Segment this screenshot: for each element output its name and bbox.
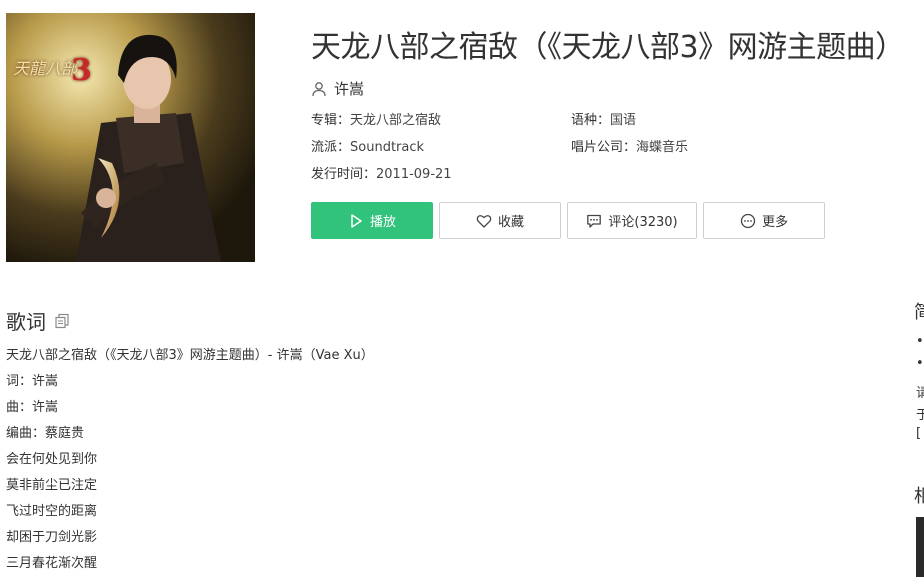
- play-button-label: 播放: [369, 215, 396, 230]
- company-info: 唱片公司：海蝶音乐: [571, 139, 688, 157]
- sidebar-line: 于: [916, 408, 924, 423]
- more-icon: [740, 213, 756, 228]
- lyrics-line: 编曲：蔡庭贵: [6, 426, 85, 441]
- album-link[interactable]: 天龙八部之宿敌: [350, 113, 441, 128]
- comment-button[interactable]: 评论(3230): [567, 202, 697, 239]
- album-cover[interactable]: 天龍八部3: [6, 13, 255, 262]
- comment-icon: [587, 214, 602, 228]
- sidebar-line: 请: [916, 386, 924, 401]
- play-button[interactable]: 播放: [311, 202, 433, 239]
- sidebar-line: •: [916, 356, 924, 371]
- language-label: 语种：: [571, 113, 611, 128]
- company-value: 海蝶音乐: [636, 140, 689, 155]
- play-icon: [351, 213, 362, 228]
- game-logo-text: 天龍八部: [13, 59, 78, 78]
- sidebar-heading-related: 相: [914, 486, 924, 507]
- favorite-button-label: 收藏: [497, 215, 524, 230]
- more-button-label: 更多: [761, 215, 788, 230]
- language-value: 国语: [610, 113, 637, 128]
- company-label: 唱片公司：: [571, 140, 637, 155]
- artist-row[interactable]: 许嵩: [311, 78, 364, 99]
- comment-button-label: 评论(3230): [608, 215, 678, 230]
- song-title: 天龙八部之宿敌（《天龙八部3》网游主题曲）: [311, 30, 905, 65]
- genre-info: 流派：Soundtrack: [311, 139, 424, 157]
- lyrics-line: 三月春花渐次醒: [6, 556, 98, 571]
- more-button[interactable]: 更多: [703, 202, 825, 239]
- lyrics-line: 曲：许嵩: [6, 400, 59, 415]
- sidebar-line: •: [916, 334, 924, 349]
- lyrics-title: 歌词: [6, 310, 46, 334]
- lyrics-line: 飞过时空的距离: [6, 504, 98, 519]
- release-value: 2011-09-21: [376, 167, 452, 182]
- artist-name[interactable]: 许嵩: [334, 78, 364, 99]
- game-logo: 天龍八部3: [13, 53, 92, 88]
- sidebar-line: [: [916, 426, 922, 441]
- release-info: 发行时间：2011-09-21: [311, 166, 452, 184]
- song-detail-page: 天龍八部3 天龙八部之宿敌（《天龙八部3》网游主题曲） 许嵩 专辑：天龙八部之宿…: [0, 0, 924, 577]
- album-label: 专辑：: [311, 113, 351, 128]
- album-info: 专辑：天龙八部之宿敌: [311, 112, 441, 130]
- copy-icon[interactable]: [54, 313, 70, 329]
- lyrics-line: 会在何处见到你: [6, 452, 98, 467]
- release-label: 发行时间：: [311, 167, 377, 182]
- related-thumbnail[interactable]: [916, 517, 924, 577]
- heart-icon: [476, 214, 492, 228]
- lyrics-line: 莫非前尘已注定: [6, 478, 98, 493]
- genre-value: Soundtrack: [350, 140, 425, 155]
- lyrics-list: 天龙八部之宿敌（《天龙八部3》网游主题曲）- 许嵩（Vae Xu） 词：许嵩 曲…: [6, 346, 374, 577]
- lyrics-line: 却困于刀剑光影: [6, 530, 98, 545]
- genre-label: 流派：: [311, 140, 351, 155]
- lyrics-line: 天龙八部之宿敌（《天龙八部3》网游主题曲）- 许嵩（Vae Xu）: [6, 348, 374, 363]
- game-logo-number: 3: [71, 53, 92, 88]
- language-info: 语种：国语: [571, 112, 636, 130]
- lyrics-line: 词：许嵩: [6, 374, 59, 389]
- user-icon: [312, 81, 326, 96]
- album-cover-art: [6, 13, 255, 262]
- sidebar-heading-intro: 简: [914, 302, 924, 323]
- lyrics-heading: 歌词: [6, 306, 70, 335]
- favorite-button[interactable]: 收藏: [439, 202, 561, 239]
